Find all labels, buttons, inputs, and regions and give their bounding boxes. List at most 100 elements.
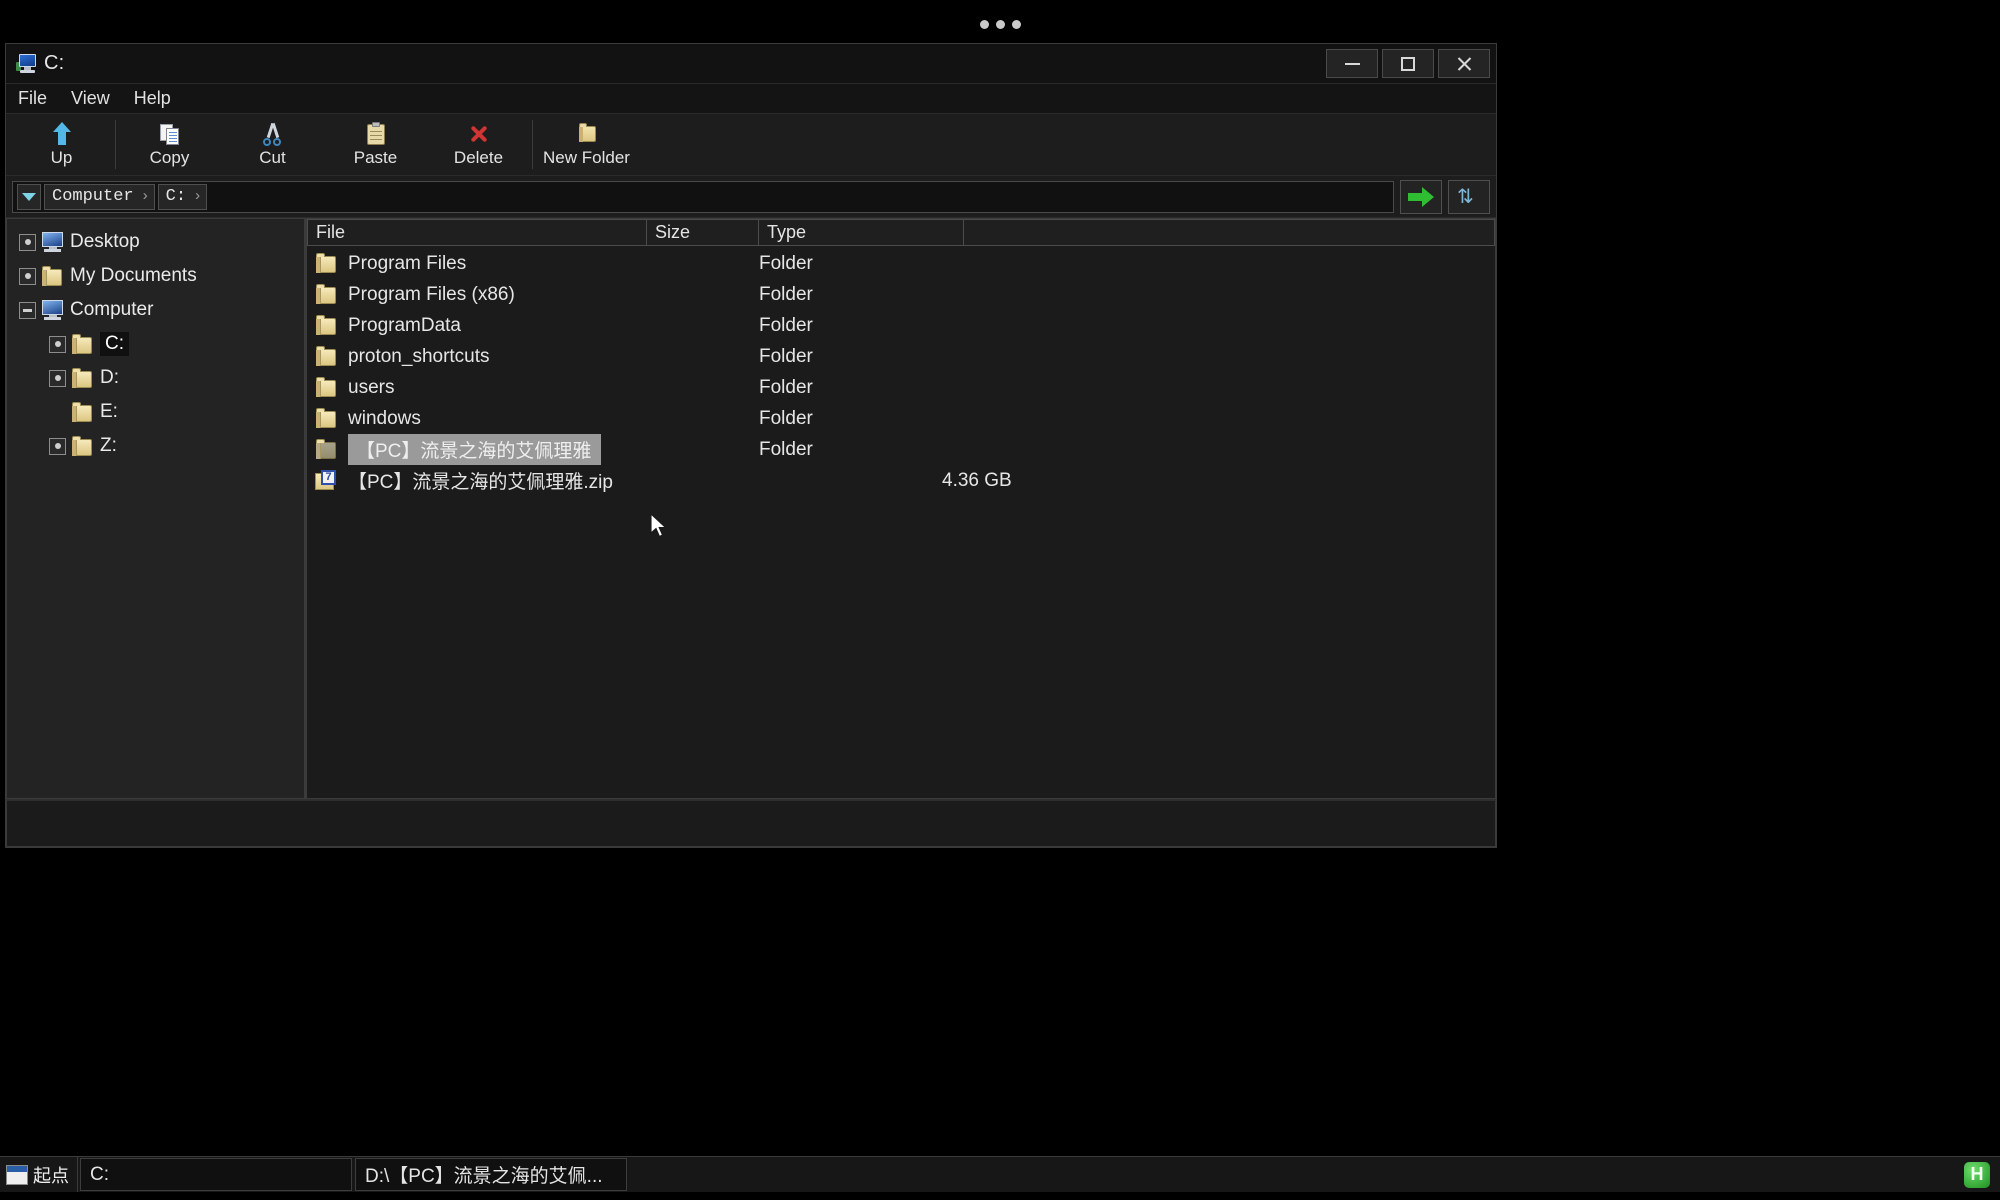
file-name: windows bbox=[348, 407, 421, 429]
tree-label-e-drive: E: bbox=[100, 401, 118, 422]
folder-icon bbox=[70, 367, 94, 389]
tree-label-computer: Computer bbox=[70, 299, 154, 320]
folder-icon bbox=[70, 401, 94, 423]
window-controls bbox=[1326, 49, 1490, 78]
file-type: Folder bbox=[759, 376, 813, 398]
new-folder-icon bbox=[575, 122, 599, 146]
folder-icon bbox=[314, 315, 338, 336]
folder-icon bbox=[70, 435, 94, 457]
file-name: proton_shortcuts bbox=[348, 345, 490, 367]
toolbar-button-delete[interactable]: Delete bbox=[427, 114, 530, 175]
folder-icon-dim bbox=[314, 439, 338, 460]
scissors-icon bbox=[261, 122, 285, 146]
monitor-icon bbox=[40, 232, 64, 252]
breadcrumb-label-c-drive: C: bbox=[165, 187, 187, 206]
system-tray: H bbox=[1964, 1157, 2000, 1192]
go-button[interactable] bbox=[1400, 179, 1442, 214]
folder-tree[interactable]: Desktop My Documents Computer C: D: E: Z… bbox=[6, 218, 306, 799]
toolbar-button-up[interactable]: Up bbox=[10, 114, 113, 175]
clipboard-icon bbox=[364, 121, 388, 146]
file-manager-window: C: File View Help Up Copy Cut Paste Dele… bbox=[5, 43, 1497, 848]
taskbar: 起点 C: D:\【PC】流景之海的艾佩... H bbox=[0, 1156, 2000, 1192]
menu-item-help[interactable]: Help bbox=[134, 88, 171, 109]
zip-archive-icon: 7 bbox=[314, 470, 338, 491]
table-row[interactable]: Program Files Folder bbox=[307, 248, 1495, 279]
column-header-extra[interactable] bbox=[964, 219, 1495, 246]
table-row[interactable]: proton_shortcuts Folder bbox=[307, 341, 1495, 372]
window-drag-handle[interactable] bbox=[980, 20, 1021, 29]
refresh-button[interactable]: ⇅ bbox=[1448, 179, 1490, 214]
folder-icon bbox=[314, 284, 338, 305]
tree-item-d-drive[interactable]: D: bbox=[7, 361, 304, 395]
tree-expander-computer[interactable] bbox=[19, 301, 36, 319]
breadcrumb-item-c-drive[interactable]: C: › bbox=[157, 183, 208, 210]
menu-item-view[interactable]: View bbox=[71, 88, 110, 109]
folder-icon bbox=[314, 253, 338, 274]
refresh-icon: ⇅ bbox=[1457, 185, 1474, 208]
file-size: 4.36 GB bbox=[942, 469, 1012, 491]
breadcrumb-chevron-0: › bbox=[140, 188, 150, 205]
close-icon bbox=[1456, 56, 1472, 72]
tree-expander-z-drive[interactable] bbox=[49, 437, 66, 455]
toolbar-button-new-folder[interactable]: New Folder bbox=[535, 114, 638, 175]
table-row[interactable]: 7 【PC】流景之海的艾佩理雅.zip 4.36 GB bbox=[307, 465, 1495, 496]
tree-label-my-documents: My Documents bbox=[70, 265, 197, 286]
tree-expander-my-documents[interactable] bbox=[19, 267, 36, 285]
tree-item-my-documents[interactable]: My Documents bbox=[7, 259, 304, 293]
table-row[interactable]: windows Folder bbox=[307, 403, 1495, 434]
status-bar bbox=[6, 799, 1496, 847]
tree-expander-e-drive bbox=[49, 404, 66, 421]
taskbar-button-d-drive-folder[interactable]: D:\【PC】流景之海的艾佩... bbox=[355, 1158, 627, 1191]
file-name: Program Files bbox=[348, 252, 467, 274]
copy-icon bbox=[158, 122, 182, 146]
breadcrumb-dropdown-button[interactable] bbox=[17, 183, 41, 210]
toolbar-separator-1 bbox=[115, 120, 116, 169]
tree-expander-desktop[interactable] bbox=[19, 233, 36, 251]
toolbar-label-new-folder: New Folder bbox=[543, 147, 630, 167]
close-button[interactable] bbox=[1438, 49, 1490, 78]
column-header-size[interactable]: Size bbox=[647, 219, 759, 246]
tree-expander-c-drive[interactable] bbox=[49, 335, 66, 353]
column-header-file[interactable]: File bbox=[307, 219, 647, 246]
file-list-header: File Size Type bbox=[307, 219, 1495, 246]
tray-h-icon[interactable]: H bbox=[1964, 1161, 1990, 1188]
tree-item-e-drive[interactable]: E: bbox=[7, 395, 304, 429]
tree-item-desktop[interactable]: Desktop bbox=[7, 225, 304, 259]
dot-1 bbox=[980, 20, 989, 29]
file-list-rows: Program Files Folder Program Files (x86)… bbox=[307, 246, 1495, 798]
folder-icon bbox=[314, 408, 338, 429]
title-bar[interactable]: C: bbox=[6, 44, 1496, 84]
table-row-selected[interactable]: 【PC】流景之海的艾佩理雅 Folder bbox=[307, 434, 1495, 465]
file-name: 【PC】流景之海的艾佩理雅.zip bbox=[348, 472, 613, 493]
file-type: Folder bbox=[759, 345, 813, 367]
tree-label-d-drive: D: bbox=[100, 367, 119, 388]
start-button[interactable]: 起点 bbox=[0, 1157, 78, 1192]
tree-label-c-drive: C: bbox=[100, 332, 129, 356]
column-header-type[interactable]: Type bbox=[759, 219, 964, 246]
file-name: ProgramData bbox=[348, 314, 461, 336]
toolbar-label-paste: Paste bbox=[353, 147, 398, 167]
toolbar-button-copy[interactable]: Copy bbox=[118, 114, 221, 175]
tree-item-c-drive[interactable]: C: bbox=[7, 327, 304, 361]
table-row[interactable]: users Folder bbox=[307, 372, 1495, 403]
tree-item-computer[interactable]: Computer bbox=[7, 293, 304, 327]
file-type: Folder bbox=[759, 438, 813, 460]
table-row[interactable]: Program Files (x86) Folder bbox=[307, 279, 1495, 310]
table-row[interactable]: ProgramData Folder bbox=[307, 310, 1495, 341]
folder-icon bbox=[70, 333, 94, 355]
address-bar: Computer › C: › ⇅ bbox=[6, 176, 1496, 218]
toolbar-button-cut[interactable]: Cut bbox=[221, 114, 324, 175]
menu-item-file[interactable]: File bbox=[18, 88, 47, 109]
minimize-button[interactable] bbox=[1326, 49, 1378, 78]
tree-expander-d-drive[interactable] bbox=[49, 369, 66, 387]
maximize-button[interactable] bbox=[1382, 49, 1434, 78]
tree-item-z-drive[interactable]: Z: bbox=[7, 429, 304, 463]
file-type: Folder bbox=[759, 407, 813, 429]
breadcrumb-item-computer[interactable]: Computer › bbox=[44, 183, 155, 210]
folder-icon bbox=[314, 346, 338, 367]
taskbar-button-c-drive[interactable]: C: bbox=[80, 1158, 352, 1191]
toolbar-button-paste[interactable]: Paste bbox=[324, 114, 427, 175]
breadcrumb[interactable]: Computer › C: › bbox=[12, 180, 1394, 213]
tree-label-desktop: Desktop bbox=[70, 231, 140, 252]
computer-drive-icon bbox=[16, 53, 38, 74]
